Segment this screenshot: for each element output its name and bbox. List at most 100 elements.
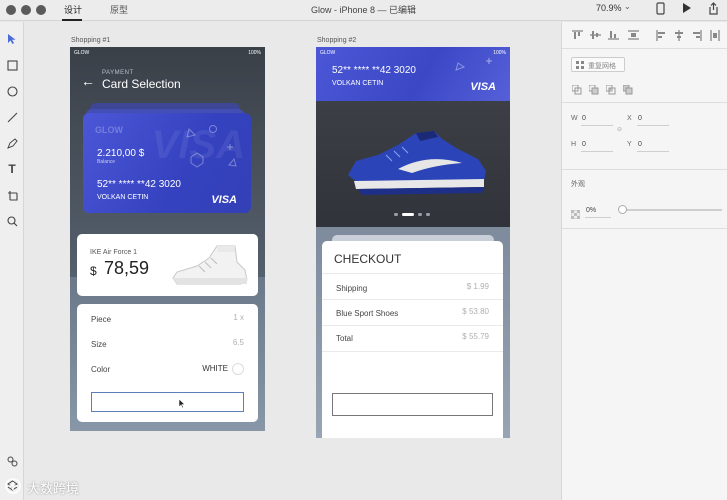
carousel-dot-1[interactable] bbox=[394, 213, 398, 216]
divider bbox=[322, 325, 503, 326]
x-underline bbox=[637, 125, 669, 126]
boolean-intersect-icon[interactable] bbox=[605, 82, 616, 100]
align-top-icon[interactable] bbox=[572, 30, 583, 42]
opacity-slider-thumb[interactable] bbox=[618, 205, 627, 214]
pen-tool-icon[interactable] bbox=[5, 136, 19, 150]
card-balance-caption: Balance bbox=[97, 159, 116, 165]
divider bbox=[322, 299, 503, 300]
rectangle-tool-icon[interactable] bbox=[5, 58, 19, 72]
repeat-grid-label: 重复网格 bbox=[588, 63, 616, 70]
appearance-heading: 外观 bbox=[571, 181, 585, 188]
card-number: 52** **** **42 3020 bbox=[332, 65, 416, 76]
boolean-subtract-icon[interactable] bbox=[588, 82, 599, 100]
visa-logo: VISA bbox=[470, 81, 496, 93]
card-holder: VOLKAN CETIN bbox=[97, 194, 149, 201]
divider bbox=[562, 169, 727, 170]
boolean-add-icon[interactable] bbox=[571, 82, 582, 100]
checkout-value-total: $ 55.79 bbox=[462, 332, 489, 341]
opacity-underline bbox=[585, 217, 611, 218]
battery-label: 100% bbox=[248, 50, 261, 56]
status-bar: GLOW 100% bbox=[70, 47, 265, 57]
product-currency: $ bbox=[90, 264, 97, 278]
align-left-icon[interactable] bbox=[656, 30, 666, 43]
divider bbox=[322, 273, 503, 274]
x-label: X bbox=[627, 115, 632, 122]
watermark-text: 大数跨境 bbox=[27, 481, 80, 496]
carousel-dot-active[interactable] bbox=[402, 213, 414, 216]
x-field[interactable]: 0 bbox=[638, 115, 642, 122]
header-eyebrow: PAYMENT bbox=[102, 70, 134, 76]
ellipse-tool-icon[interactable] bbox=[5, 84, 19, 98]
payment-card[interactable]: VISA GLOW 2.210,00 $ Balance 52** **** *… bbox=[83, 113, 251, 213]
share-icon[interactable] bbox=[708, 2, 719, 18]
page-title: Card Selection bbox=[102, 77, 181, 91]
lock-aspect-icon[interactable]: ⊖ bbox=[617, 126, 622, 133]
height-field[interactable]: 0 bbox=[582, 141, 586, 148]
boolean-exclude-icon[interactable] bbox=[622, 82, 633, 100]
carousel-dot-4[interactable] bbox=[426, 213, 430, 216]
line-tool-icon[interactable] bbox=[5, 110, 19, 124]
width-label: W bbox=[571, 115, 578, 122]
chevron-down-icon[interactable]: ⌄ bbox=[624, 2, 631, 11]
card-decoration-icon bbox=[186, 125, 237, 168]
text-tool-icon[interactable]: T bbox=[5, 162, 19, 176]
artboard-label-shopping-2[interactable]: Shopping #2 bbox=[317, 37, 356, 44]
color-swatch[interactable] bbox=[232, 363, 244, 375]
opacity-icon bbox=[570, 206, 581, 224]
product-price: 78,59 bbox=[104, 258, 150, 278]
play-icon[interactable] bbox=[682, 2, 692, 17]
checkout-card: CHECKOUT Shipping $ 1.99 Blue Sport Shoe… bbox=[322, 241, 503, 438]
white-sneaker-image bbox=[172, 245, 248, 285]
battery-label: 100% bbox=[493, 50, 506, 56]
status-bar: GLOW 100% bbox=[316, 47, 510, 57]
device-preview-icon[interactable] bbox=[656, 2, 665, 18]
carousel-dot-3[interactable] bbox=[418, 213, 422, 216]
add-to-cart-button[interactable] bbox=[91, 392, 244, 412]
align-right-icon[interactable] bbox=[692, 30, 702, 43]
carrier-label: GLOW bbox=[320, 50, 336, 56]
height-underline bbox=[581, 151, 613, 152]
grid-icon bbox=[576, 61, 584, 69]
checkout-label-item: Blue Sport Shoes bbox=[336, 309, 399, 318]
opacity-field[interactable]: 0% bbox=[586, 207, 596, 214]
card-brand: GLOW bbox=[95, 125, 123, 135]
y-field[interactable]: 0 bbox=[638, 141, 642, 148]
distribute-horizontal-icon[interactable] bbox=[710, 30, 720, 43]
repeat-grid-button[interactable]: 重复网格 bbox=[571, 57, 625, 72]
align-center-icon[interactable] bbox=[674, 30, 684, 43]
symbols-icon[interactable] bbox=[5, 454, 19, 468]
artboard-shopping-1[interactable]: GLOW 100% ← PAYMENT Card Selection VISA … bbox=[70, 47, 265, 431]
active-tab-indicator bbox=[62, 19, 82, 21]
back-arrow-icon[interactable]: ← bbox=[81, 73, 95, 89]
divider bbox=[562, 102, 727, 103]
height-label: H bbox=[571, 141, 577, 148]
detail-label-color: Color bbox=[91, 365, 111, 374]
width-field[interactable]: 0 bbox=[582, 115, 586, 122]
align-bottom-icon[interactable] bbox=[608, 30, 619, 42]
divider bbox=[322, 351, 503, 352]
detail-label-piece: Piece bbox=[91, 315, 112, 324]
detail-value-size[interactable]: 6.5 bbox=[233, 338, 244, 347]
blue-running-shoe-image bbox=[348, 131, 486, 195]
artboard-shopping-2[interactable]: GLOW 100% 52** **** **42 3020 VOLKAN CET… bbox=[316, 47, 510, 438]
detail-label-size: Size bbox=[91, 340, 107, 349]
carrier-label: GLOW bbox=[74, 50, 90, 56]
visa-logo: VISA bbox=[211, 194, 237, 206]
zoom-level[interactable]: 70.9% bbox=[596, 3, 622, 13]
card-balance: 2.210,00 $ bbox=[97, 148, 145, 159]
artboard-label-shopping-1[interactable]: Shopping #1 bbox=[71, 37, 110, 44]
divider bbox=[562, 228, 727, 229]
artboard-tool-icon[interactable] bbox=[5, 188, 19, 202]
y-underline bbox=[637, 151, 669, 152]
distribute-vertical-icon[interactable] bbox=[628, 30, 639, 42]
detail-value-piece[interactable]: 1 x bbox=[233, 313, 244, 322]
opacity-slider-track[interactable] bbox=[622, 209, 722, 211]
zoom-tool-icon[interactable] bbox=[5, 214, 19, 228]
pay-button[interactable] bbox=[332, 393, 493, 416]
product-name: IKE Air Force 1 bbox=[90, 249, 138, 256]
checkout-value-item: $ 53.80 bbox=[462, 307, 489, 316]
mouse-cursor-icon bbox=[178, 398, 186, 409]
product-card[interactable]: IKE Air Force 1 $ 78,59 bbox=[77, 234, 258, 296]
align-middle-icon[interactable] bbox=[590, 30, 601, 42]
select-tool-icon[interactable] bbox=[5, 32, 19, 46]
